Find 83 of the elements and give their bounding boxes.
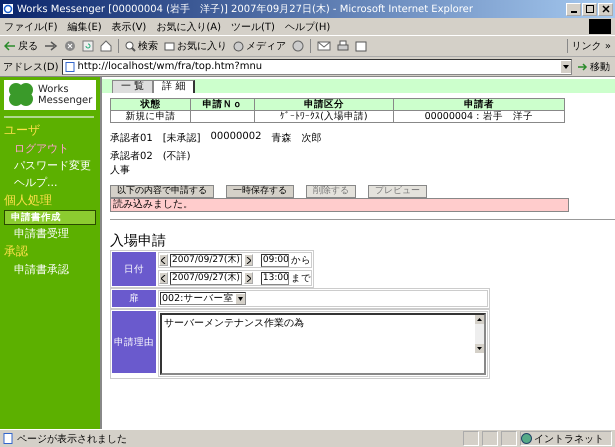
close-button[interactable] — [598, 2, 613, 16]
sidebar-heading: 個人処理 — [3, 192, 53, 209]
back-arrow-icon — [4, 41, 16, 51]
stop-icon[interactable] — [64, 40, 76, 52]
dropdown-arrow-icon — [236, 294, 246, 304]
field-label: 扉 — [112, 290, 156, 307]
address-label: アドレス(D) — [3, 60, 59, 74]
close-icon — [602, 5, 610, 13]
column-header: 状態 — [110, 98, 190, 110]
range-suffix: まで — [290, 272, 311, 284]
disc-icon — [233, 40, 244, 52]
date-field[interactable]: 2007/09/27(木) — [170, 272, 242, 284]
table-cell: 新規に申請 — [110, 110, 190, 122]
reason-textarea[interactable]: サーバーメンテナンス作業の為 — [160, 313, 486, 375]
status-text: ページが表示されました — [17, 432, 128, 446]
clover-icon — [6, 81, 36, 109]
refresh-icon[interactable] — [82, 40, 94, 52]
tab[interactable]: 詳 細 — [153, 80, 196, 93]
previous-date-button[interactable] — [159, 254, 168, 266]
approver-label: 承認者02 — [110, 150, 153, 163]
folder-icon — [164, 40, 175, 52]
printer-icon[interactable] — [337, 40, 349, 52]
column-header: 申請者 — [393, 98, 564, 110]
sidebar-heading: ユーザ — [3, 122, 41, 139]
media-button[interactable]: メディア — [233, 39, 286, 53]
menu-item[interactable]: お気に入り(A) — [156, 20, 221, 34]
logo-text: Messenger — [38, 95, 92, 106]
field-label: 日付 — [112, 252, 156, 286]
approval-status: [未承認] — [162, 132, 201, 145]
menu-item[interactable]: ファイル(F) — [4, 20, 58, 34]
action-button[interactable]: 一時保存する — [226, 185, 294, 198]
next-date-button[interactable] — [244, 254, 253, 266]
links-button[interactable]: リンク » — [566, 39, 611, 53]
previous-date-button[interactable] — [159, 272, 168, 284]
approval-status: (不詳) — [162, 150, 191, 163]
page-icon — [64, 62, 75, 72]
form-title: 入場申請 — [110, 232, 167, 250]
table-cell: ｹﾞｰﾄﾜｰｸｽ(入場申請) — [254, 110, 394, 122]
search-icon — [125, 40, 136, 52]
go-button[interactable]: 移動 — [575, 60, 612, 74]
mail-icon[interactable] — [317, 40, 331, 52]
menu-item[interactable]: 編集(E) — [68, 20, 102, 34]
message-bar: 読み込みました。 — [110, 198, 569, 212]
next-date-button[interactable] — [244, 272, 253, 284]
tab[interactable]: 一 覧 — [112, 80, 154, 93]
approver-name: 青森 次郎 — [271, 132, 322, 145]
table-cell — [190, 110, 255, 122]
globe-icon[interactable] — [292, 40, 304, 52]
column-header: 申請Ｎｏ — [190, 98, 255, 110]
maximize-button[interactable] — [582, 2, 597, 16]
address-field[interactable]: http://localhost/wm/fra/top.htm?mnu — [62, 58, 572, 74]
sidebar-heading: 承認 — [3, 243, 29, 260]
field-label: 申請理由 — [112, 311, 156, 373]
back-button[interactable]: 戻る — [4, 39, 38, 53]
windows-logo-icon — [589, 19, 611, 34]
time-field[interactable]: 09:00 — [260, 254, 289, 266]
approver-label: 承認者01 — [110, 132, 153, 145]
time-field[interactable]: 13:00 — [260, 272, 289, 284]
table-cell: 00000004：岩手 洋子 — [393, 110, 564, 122]
browser-icon — [2, 3, 14, 15]
search-button[interactable]: 検索 — [125, 39, 158, 53]
date-field[interactable]: 2007/09/27(木) — [170, 254, 242, 266]
menu-item[interactable]: ヘルプ(H) — [284, 20, 330, 34]
menu-item[interactable]: ツール(T) — [231, 20, 275, 34]
zone-text: イントラネット — [534, 432, 604, 446]
column-header: 申請区分 — [254, 98, 394, 110]
approver-department: 人事 — [110, 164, 131, 177]
menu-item[interactable]: 表示(V) — [112, 20, 146, 34]
action-button[interactable]: 以下の内容で申請する — [110, 185, 214, 198]
globe-icon — [521, 433, 532, 444]
window-title: Works Messenger [00000004 (岩手 洋子)] 2007年09月27日(木) - Microsoft Internet Explorer — [17, 2, 474, 16]
forward-arrow-icon[interactable] — [44, 40, 58, 52]
edit-icon[interactable] — [355, 40, 367, 52]
minimize-button[interactable] — [566, 2, 581, 16]
arrow-icon — [577, 62, 588, 72]
home-icon[interactable] — [100, 40, 112, 52]
range-suffix: から — [290, 254, 311, 266]
door-select[interactable]: 002:サーバー室 — [160, 292, 246, 305]
maximize-icon — [586, 5, 594, 13]
approver-id: 00000002 — [210, 131, 262, 144]
page-icon — [3, 433, 14, 444]
favorites-button[interactable]: お気に入り — [164, 39, 227, 53]
logo-text: Works — [38, 84, 70, 95]
